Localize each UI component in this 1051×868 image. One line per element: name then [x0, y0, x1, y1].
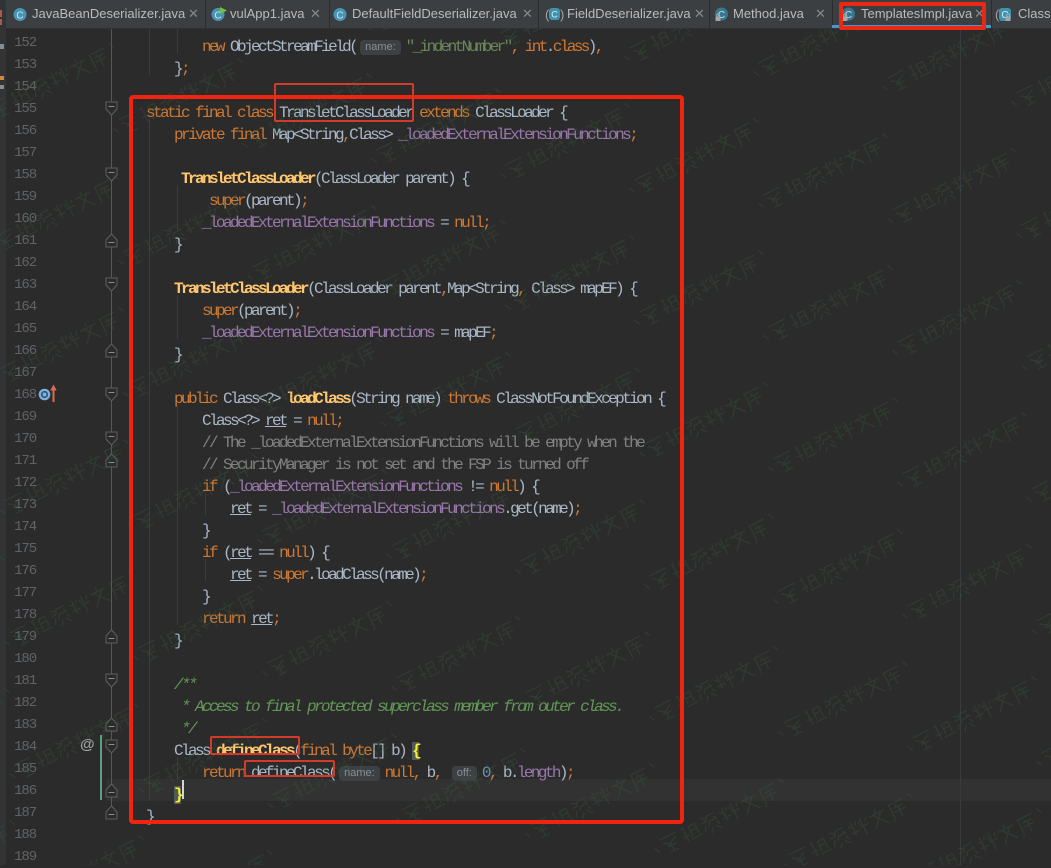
svg-text:C: C — [336, 11, 343, 22]
svg-text:): ) — [560, 7, 564, 22]
svg-text:C: C — [16, 11, 23, 22]
svg-text:C: C — [551, 10, 558, 20]
